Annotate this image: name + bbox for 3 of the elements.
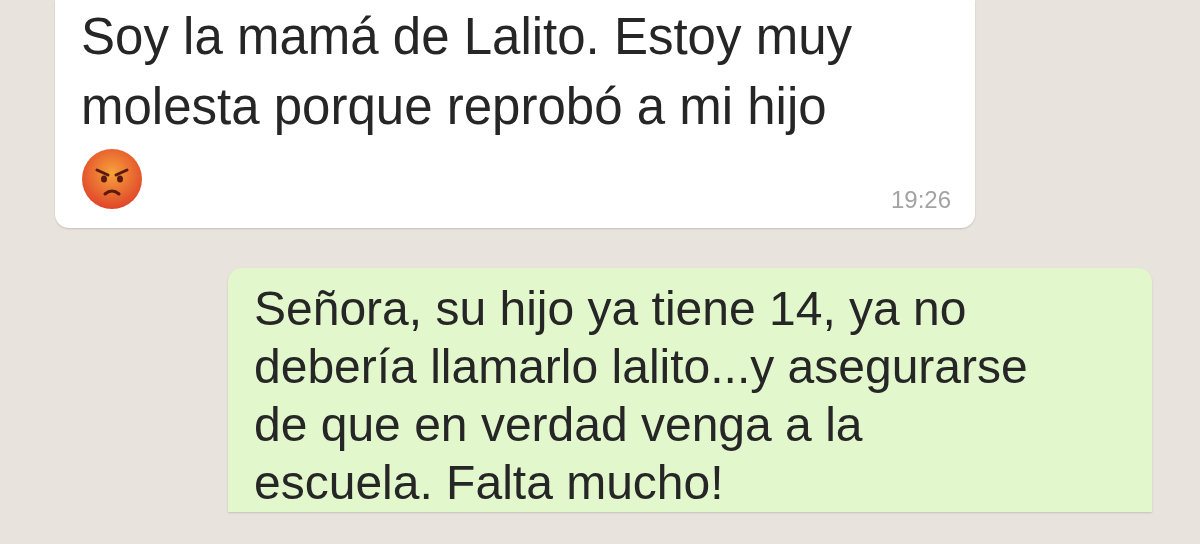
message-text: Soy la mamá de Lalito. Estoy muy molesta porque reprobó a mi hijo <box>81 7 853 137</box>
message-time: 19:26 <box>890 186 951 214</box>
message-text: Señora, su hijo ya tiene 14, ya no debería llamarlo lalito...y asegurarse de que en verdad venga a la escuela. Falta mucho! <box>254 281 1029 511</box>
